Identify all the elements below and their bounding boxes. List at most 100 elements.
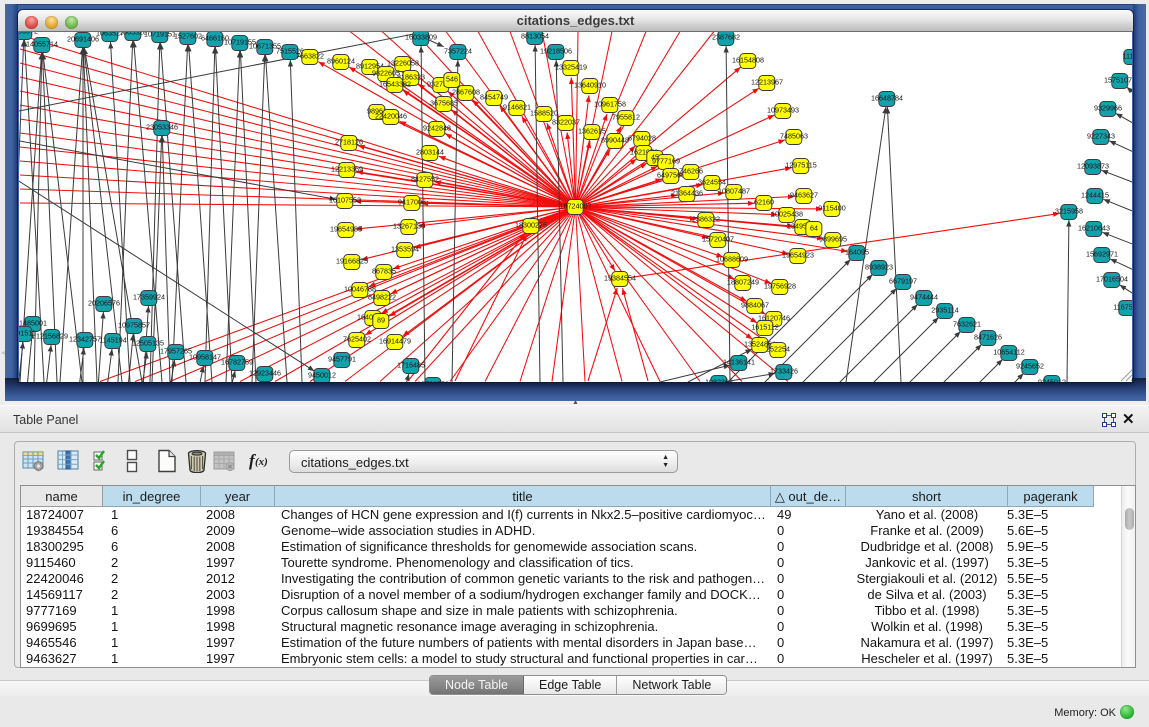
svg-text:22420046: 22420046 <box>375 112 407 121</box>
svg-text:9777169: 9777169 <box>652 157 680 166</box>
svg-text:1615112: 1615112 <box>751 323 778 332</box>
svg-text:18724007: 18724007 <box>560 202 592 211</box>
svg-text:8471626: 8471626 <box>974 333 1002 342</box>
svg-text:19654923: 19654923 <box>782 251 814 260</box>
svg-text:7955812: 7955812 <box>612 113 640 122</box>
svg-text:10688609: 10688609 <box>716 255 748 264</box>
svg-text:2387682: 2387682 <box>712 33 740 42</box>
svg-text:12213967: 12213967 <box>751 78 783 87</box>
svg-text:13267130: 13267130 <box>393 222 425 231</box>
svg-text:16107553: 16107553 <box>329 196 361 205</box>
svg-text:12342757: 12342757 <box>69 335 101 344</box>
svg-text:17359924: 17359924 <box>133 293 165 302</box>
svg-text:9474444: 9474444 <box>910 293 938 302</box>
svg-text:10792759: 10792759 <box>417 380 449 383</box>
svg-text:9242848: 9242848 <box>423 124 451 133</box>
svg-text:1082366: 1082366 <box>705 378 733 383</box>
svg-text:1733426: 1733426 <box>770 367 798 376</box>
svg-text:16914479: 16914479 <box>379 337 411 346</box>
svg-text:1527602: 1527602 <box>174 32 202 41</box>
svg-text:9227343: 9227343 <box>1087 132 1115 141</box>
svg-text:8960124: 8960124 <box>327 57 355 66</box>
svg-text:12156829: 12156829 <box>36 332 68 341</box>
svg-text:16782759: 16782759 <box>221 358 253 367</box>
svg-text:2935114: 2935114 <box>931 306 958 315</box>
svg-text:7625402: 7625402 <box>343 335 371 344</box>
svg-text:9450012: 9450012 <box>308 371 336 380</box>
svg-text:10719151: 10719151 <box>144 31 176 39</box>
svg-text:10973493: 10973493 <box>767 106 799 115</box>
svg-text:9115400: 9115400 <box>818 204 845 213</box>
svg-text:9457791: 9457791 <box>328 355 356 364</box>
svg-text:16210643: 16210643 <box>1078 224 1110 233</box>
svg-text:1353594: 1353594 <box>391 245 419 254</box>
svg-text:(x): (x) <box>255 456 268 468</box>
svg-text:10961758: 10961758 <box>594 100 626 109</box>
svg-text:7663822: 7663822 <box>296 52 324 61</box>
svg-text:3215958: 3215958 <box>1055 207 1083 216</box>
svg-text:12213369: 12213369 <box>331 165 363 174</box>
svg-text:6679197: 6679197 <box>889 277 917 286</box>
svg-text:19166825: 19166825 <box>336 257 368 266</box>
svg-text:21364436: 21364436 <box>671 189 703 198</box>
svg-text:13325419: 13325419 <box>555 63 587 72</box>
svg-text:9329966: 9329966 <box>1094 104 1122 113</box>
svg-text:17957265: 17957265 <box>160 347 192 356</box>
svg-text:15720407: 15720407 <box>702 235 734 244</box>
svg-text:9322605: 9322605 <box>372 69 400 78</box>
svg-text:16543382: 16543382 <box>379 80 411 89</box>
svg-text:15751074: 15751074 <box>1104 76 1132 85</box>
svg-text:7357224: 7357224 <box>444 47 472 56</box>
svg-text:8813054: 8813054 <box>521 32 549 41</box>
svg-text:1588520: 1588520 <box>530 109 558 118</box>
svg-text:6794028: 6794028 <box>628 134 656 143</box>
svg-text:1244415: 1244415 <box>1081 191 1109 200</box>
svg-text:12093873: 12093873 <box>1077 162 1109 171</box>
svg-text:12923446: 12923446 <box>249 369 281 378</box>
svg-text:14055714: 14055714 <box>26 40 58 49</box>
svg-text:9146821: 9146821 <box>503 103 531 112</box>
svg-text:64: 64 <box>810 224 818 233</box>
svg-text:164095: 164095 <box>845 248 869 257</box>
svg-text:23053346: 23053346 <box>146 123 178 132</box>
svg-text:16033809: 16033809 <box>405 33 437 42</box>
svg-text:8498222: 8498222 <box>368 293 396 302</box>
svg-text:9245652: 9245652 <box>1016 362 1044 371</box>
svg-text:7485063: 7485063 <box>780 132 808 141</box>
svg-text:9463627: 9463627 <box>790 191 818 200</box>
svg-text:13640910: 13640910 <box>574 81 606 90</box>
svg-text:18300275: 18300275 <box>515 221 547 230</box>
svg-text:391511: 391511 <box>19 329 36 338</box>
svg-text:10958147: 10958147 <box>189 353 221 362</box>
svg-text:1716485: 1716485 <box>397 361 425 370</box>
svg-text:20691406: 20691406 <box>67 35 99 44</box>
svg-text:12975115: 12975115 <box>785 161 816 170</box>
svg-text:9899695: 9899695 <box>819 235 847 244</box>
svg-text:1145194: 1145194 <box>99 336 126 345</box>
svg-text:867835: 867835 <box>372 267 396 276</box>
svg-text:62160: 62160 <box>754 198 774 207</box>
svg-text:10975857: 10975857 <box>118 321 150 330</box>
svg-text:8454749: 8454749 <box>480 93 508 102</box>
svg-text:746266: 746266 <box>679 167 703 176</box>
svg-text:15692971: 15692971 <box>1086 250 1118 259</box>
svg-text:9884067: 9884067 <box>741 301 769 310</box>
svg-text:14136141: 14136141 <box>723 358 755 367</box>
svg-text:11127: 11127 <box>1123 52 1132 61</box>
svg-text:17016504: 17016504 <box>1096 275 1128 284</box>
svg-text:19384554: 19384554 <box>604 274 636 283</box>
svg-text:9417006: 9417006 <box>398 198 426 207</box>
svg-text:9245012: 9245012 <box>1038 378 1066 383</box>
svg-text:1167531: 1167531 <box>1113 303 1132 312</box>
svg-text:2386322: 2386322 <box>692 215 720 224</box>
svg-text:546: 546 <box>446 75 458 84</box>
svg-text:2867608: 2867608 <box>452 88 480 97</box>
svg-text:7632621: 7632621 <box>953 320 981 329</box>
svg-text:19654985: 19654985 <box>330 225 362 234</box>
svg-text:19756928: 19756928 <box>764 282 796 291</box>
svg-text:10025438: 10025438 <box>771 210 803 219</box>
svg-text:8990448: 8990448 <box>601 136 629 145</box>
svg-text:8427552: 8427552 <box>411 175 439 184</box>
svg-text:20206576: 20206576 <box>88 299 120 308</box>
svg-text:16648784: 16648784 <box>871 94 903 103</box>
